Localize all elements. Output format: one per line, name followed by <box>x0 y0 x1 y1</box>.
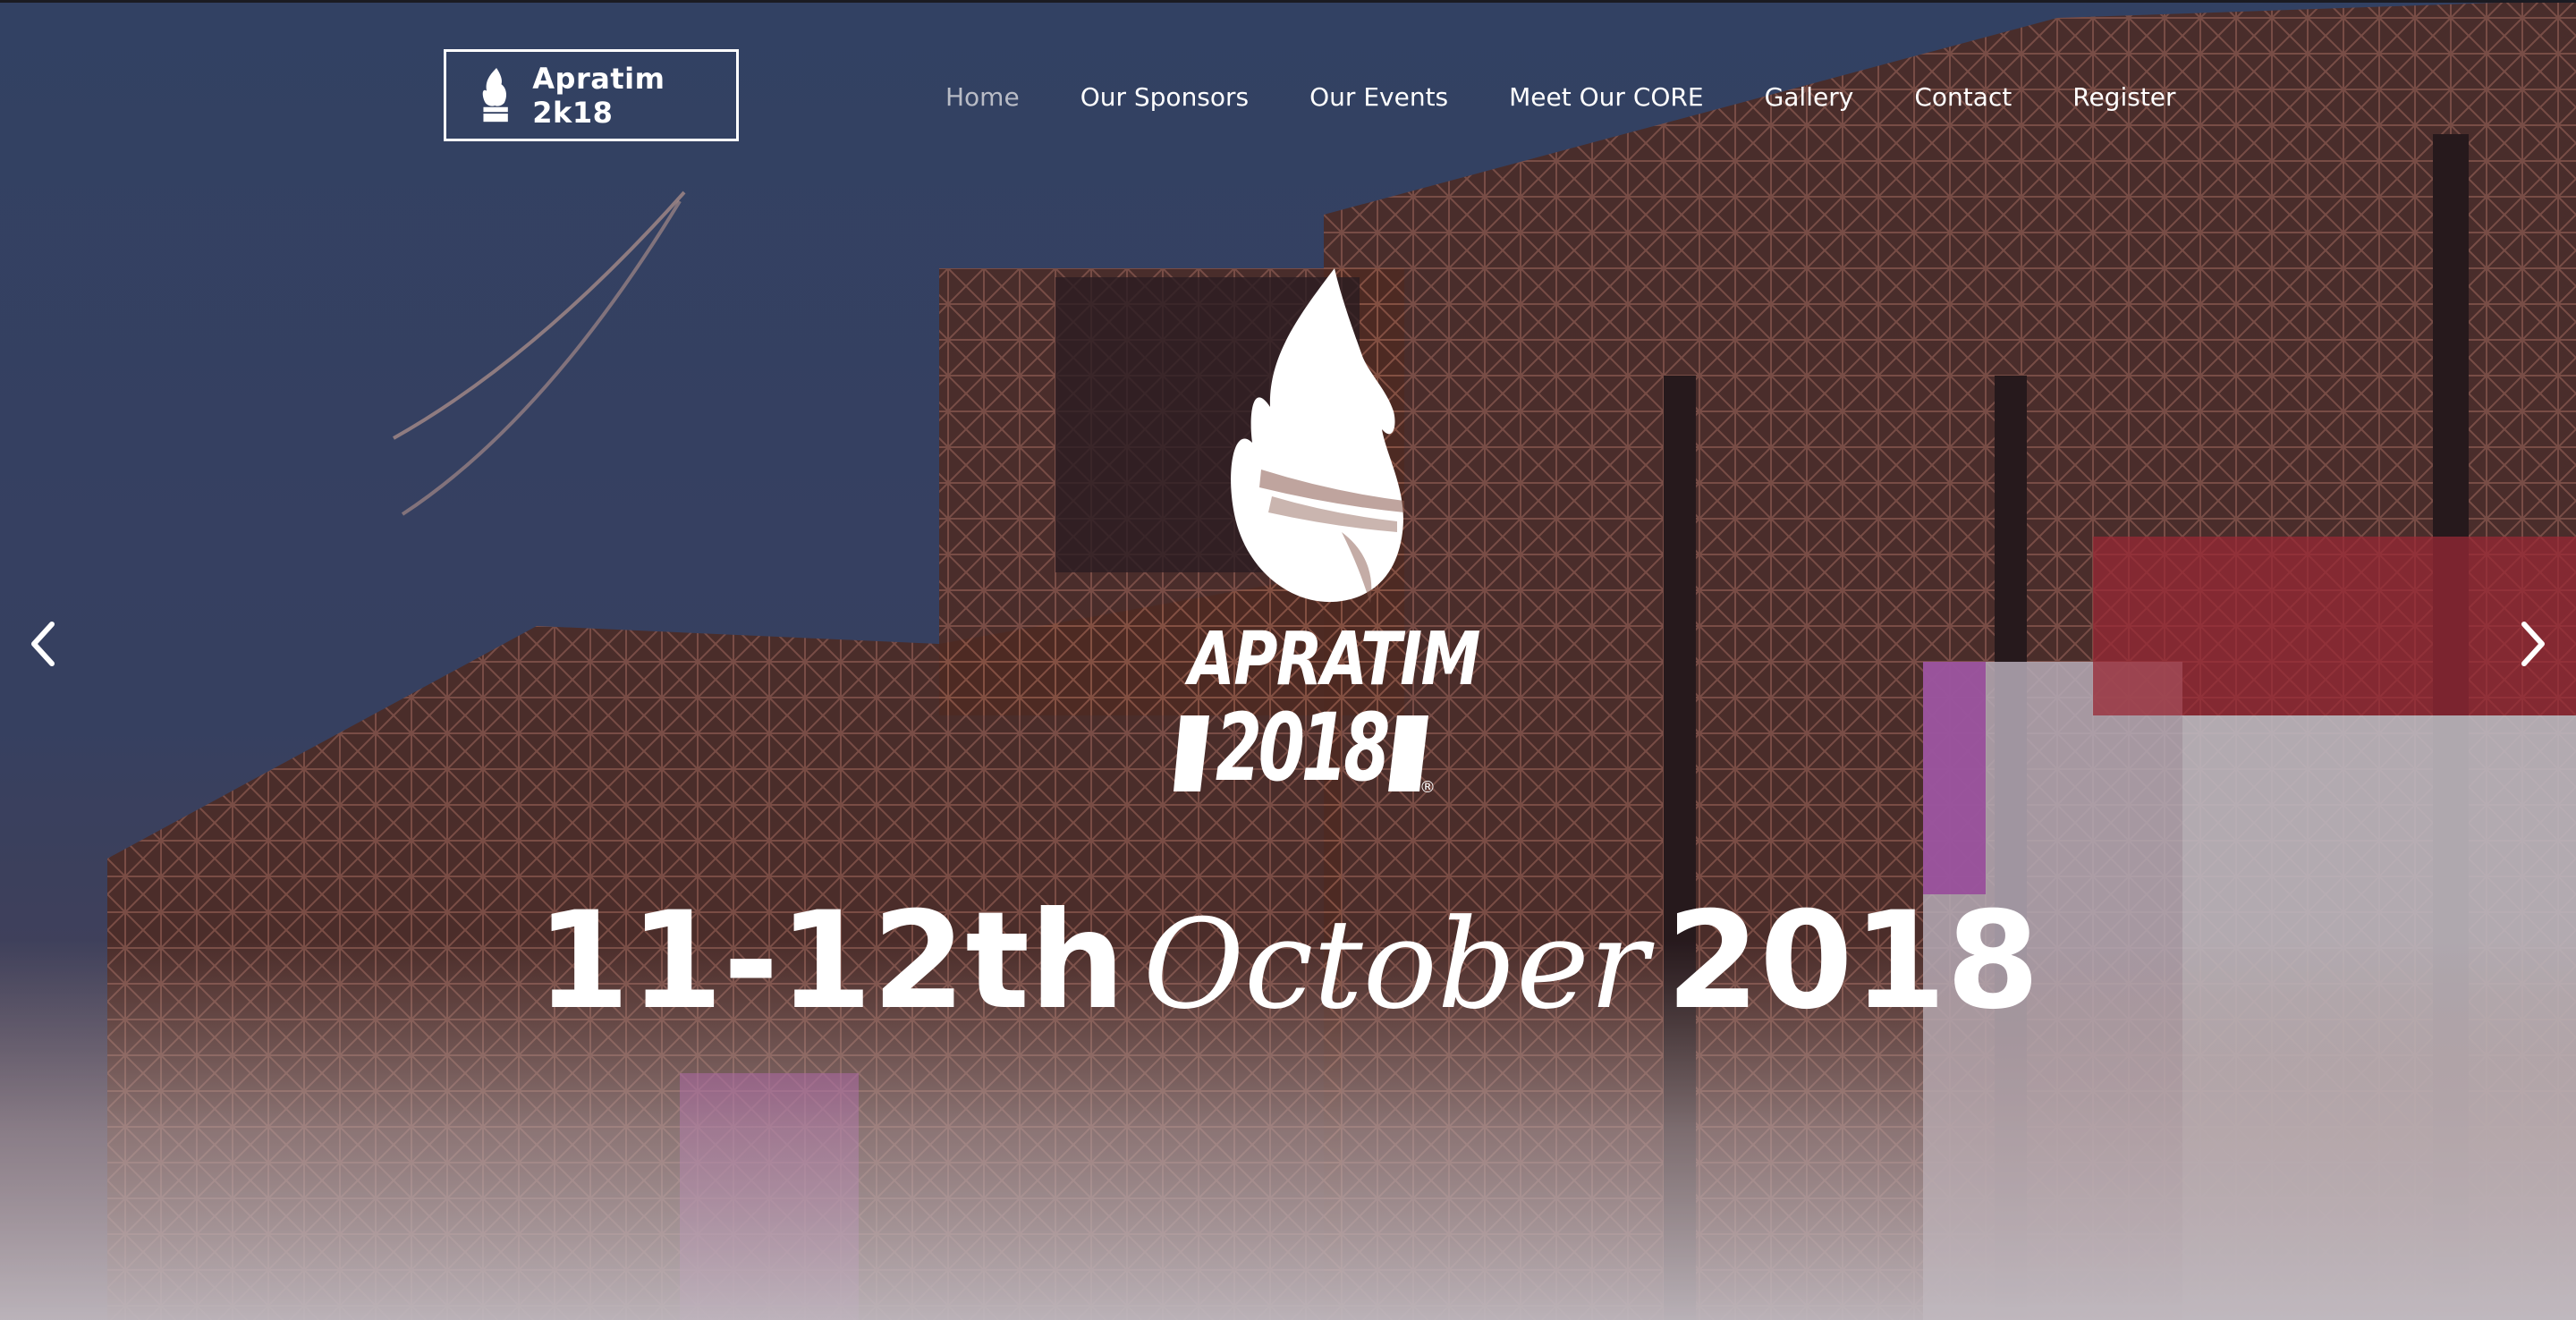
date-year: 2018 <box>1665 884 2040 1039</box>
nav-gallery[interactable]: Gallery <box>1765 82 1854 112</box>
nav-our-events[interactable]: Our Events <box>1309 82 1448 112</box>
nav-our-sponsors[interactable]: Our Sponsors <box>1080 82 1249 112</box>
main-nav: Home Our Sponsors Our Events Meet Our CO… <box>945 79 2176 114</box>
logo-year: 2018 <box>1215 693 1390 802</box>
chevron-left-icon[interactable] <box>25 617 61 671</box>
brand-link[interactable]: Apratim 2k18 <box>444 49 739 141</box>
date-days: 11-12th <box>536 884 1125 1039</box>
chevron-right-icon[interactable] <box>2515 617 2551 671</box>
nav-home[interactable]: Home <box>945 82 1020 112</box>
brand-name: Apratim 2k18 <box>532 61 665 130</box>
date-month: October <box>1142 893 1648 1037</box>
logo-word: APRATIM <box>1188 617 1481 702</box>
event-date: 11-12th October 2018 <box>0 881 2576 1045</box>
registered-mark: ® <box>1419 778 1436 797</box>
flame-logo-icon <box>482 67 508 122</box>
nav-register[interactable]: Register <box>2072 82 2175 112</box>
top-border <box>0 0 2576 3</box>
nav-contact[interactable]: Contact <box>1914 82 2012 112</box>
hero-carousel: Apratim 2k18 Home Our Sponsors Our Event… <box>0 0 2576 1320</box>
nav-meet-our-core[interactable]: Meet Our CORE <box>1509 82 1703 112</box>
